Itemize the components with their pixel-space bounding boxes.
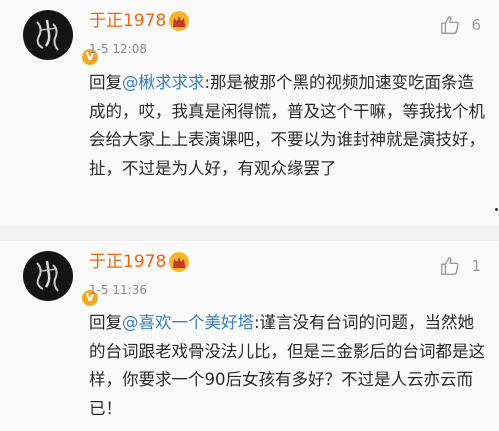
thumbs-up-icon (441, 16, 460, 34)
comment-card: V 于正1978 1-5 12:08 6 回复@楸求求求:那是被那个黑的视频加速… (0, 0, 499, 226)
comment-card: V 于正1978 1-5 11:36 1 回复@喜欢一个美好塔:谨言没有台词的问… (0, 241, 499, 431)
avatar-calligraphy-image (36, 19, 59, 51)
mention-link[interactable]: @楸求求求 (122, 73, 205, 92)
timestamp: 1-5 12:08 (89, 42, 147, 56)
like-count: 1 (471, 257, 481, 275)
crown-icon (169, 252, 189, 272)
avatar-calligraphy-image (36, 260, 59, 292)
timestamp: 1-5 11:36 (89, 283, 147, 297)
avatar[interactable]: V (23, 251, 100, 308)
crown-icon (169, 11, 189, 31)
avatar[interactable]: V (23, 10, 100, 67)
divider-dot (495, 208, 498, 211)
username[interactable]: 于正1978 (89, 10, 166, 32)
username[interactable]: 于正1978 (89, 251, 166, 273)
comment-text: 回复@喜欢一个美好塔:谨言没有台词的问题，当然她的台词跟老戏骨没法儿比，但是三金… (89, 309, 487, 423)
like-button[interactable]: 6 (439, 14, 481, 36)
mention-link[interactable]: @喜欢一个美好塔 (122, 313, 254, 332)
reply-prefix: 回复 (89, 313, 122, 332)
thumbs-up-icon (441, 257, 460, 275)
reply-prefix: 回复 (89, 73, 122, 92)
like-button[interactable]: 1 (439, 255, 481, 277)
comment-text: 回复@楸求求求:那是被那个黑的视频加速变吃面条造成的，哎，我真是闲得慌，普及这个… (89, 69, 487, 183)
like-count: 6 (471, 16, 481, 34)
